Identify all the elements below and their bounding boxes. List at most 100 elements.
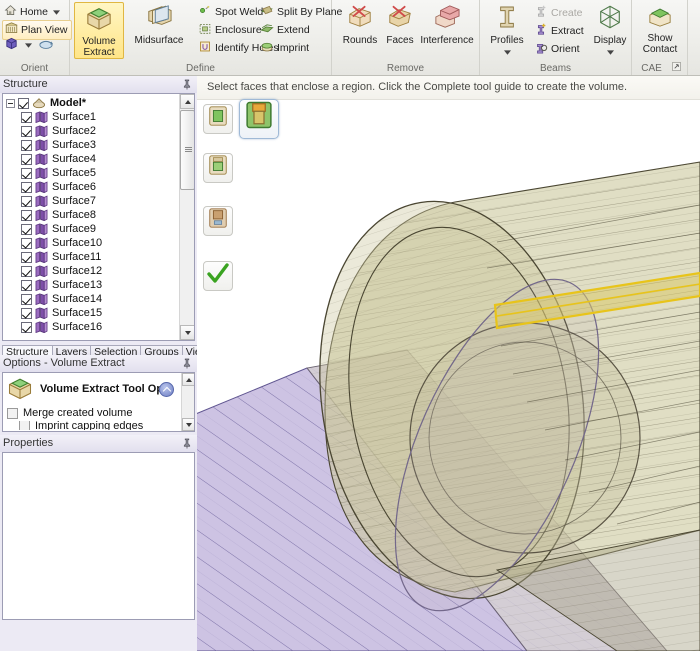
pin-icon[interactable] bbox=[182, 438, 192, 449]
imprint-button[interactable]: Imprint bbox=[260, 40, 309, 56]
scroll-down-arrow-icon[interactable] bbox=[182, 418, 195, 431]
beam-profiles-button[interactable]: Profiles bbox=[484, 4, 530, 60]
tree-row[interactable]: Surface6 bbox=[6, 180, 194, 194]
tree-row[interactable]: Surface16 bbox=[6, 320, 194, 334]
options-scrollbar[interactable] bbox=[181, 373, 194, 431]
split-by-plane-button[interactable]: Split By Plane bbox=[260, 4, 342, 20]
properties-panel-body[interactable] bbox=[2, 452, 195, 620]
tree-row[interactable]: Surface7 bbox=[6, 194, 194, 208]
tree-item-checkbox[interactable] bbox=[21, 266, 32, 277]
tree-row[interactable]: Surface9 bbox=[6, 222, 194, 236]
ribbon-group-label-define: Define bbox=[70, 63, 331, 74]
ribbon-group-remove: Rounds Faces Interference Remove bbox=[332, 0, 480, 75]
midsurface-label: Midsurface bbox=[135, 35, 184, 46]
select-region-guide-button[interactable] bbox=[239, 99, 279, 139]
tree-item-checkbox[interactable] bbox=[21, 182, 32, 193]
imprint-capping-edges-checkbox[interactable] bbox=[19, 421, 30, 430]
tree-item-checkbox[interactable] bbox=[21, 154, 32, 165]
tree-item-checkbox[interactable] bbox=[21, 210, 32, 221]
beam-display-icon bbox=[588, 4, 632, 33]
tree-row[interactable]: Surface15 bbox=[6, 306, 194, 320]
merge-created-volume-row[interactable]: Merge created volume bbox=[3, 405, 194, 421]
beam-orient-button[interactable]: Orient bbox=[534, 40, 580, 57]
home-label: Home bbox=[20, 6, 48, 18]
show-contact-icon bbox=[634, 4, 686, 31]
enclosure-button[interactable]: Enclosure bbox=[198, 22, 262, 38]
volume-extract-button[interactable]: Volume Extract bbox=[74, 2, 124, 59]
remove-rounds-button[interactable]: Rounds bbox=[338, 4, 382, 46]
beam-display-button[interactable]: Display bbox=[588, 4, 632, 60]
tree-item-checkbox[interactable] bbox=[21, 224, 32, 235]
remove-interference-icon bbox=[416, 4, 478, 33]
tree-item-checkbox[interactable] bbox=[21, 126, 32, 137]
chevron-down-icon[interactable] bbox=[484, 47, 530, 58]
green-check-icon bbox=[206, 262, 230, 286]
spot-weld-button[interactable]: Spot Weld bbox=[198, 4, 263, 20]
chevron-down-icon[interactable] bbox=[25, 39, 32, 51]
tree-item-checkbox[interactable] bbox=[21, 238, 32, 249]
select-edges-guide-button[interactable] bbox=[203, 153, 233, 183]
volume-extract-options[interactable]: Volume Extract Tool Op_ Merge created vo… bbox=[2, 372, 195, 432]
structure-panel-header: Structure bbox=[0, 76, 197, 93]
tree-item-checkbox[interactable] bbox=[21, 252, 32, 263]
show-contact-button[interactable]: Show Contact bbox=[634, 4, 686, 55]
imprint-capping-edges-row[interactable]: Imprint capping edges bbox=[3, 421, 194, 430]
beam-extract-button[interactable]: Extract bbox=[534, 22, 584, 39]
tree-item-checkbox[interactable] bbox=[21, 196, 32, 207]
collapse-icon[interactable] bbox=[6, 99, 15, 108]
volume-extract-label-2: Extract bbox=[83, 47, 114, 58]
surface-icon bbox=[35, 223, 48, 235]
view-orientation-button[interactable] bbox=[4, 36, 54, 54]
extend-button[interactable]: Extend bbox=[260, 22, 310, 38]
scroll-down-arrow-icon[interactable] bbox=[180, 325, 195, 340]
tree-item-checkbox[interactable] bbox=[21, 140, 32, 151]
3d-scene[interactable] bbox=[197, 100, 700, 651]
select-bodies-guide-button[interactable] bbox=[203, 206, 233, 236]
tree-item-checkbox[interactable] bbox=[21, 308, 32, 319]
remove-interference-button[interactable]: Interference bbox=[416, 4, 478, 46]
3d-model-render bbox=[197, 100, 700, 651]
tree-item-label: Surface4 bbox=[52, 153, 96, 165]
tree-item-label: Surface14 bbox=[52, 293, 102, 305]
beam-create-button[interactable]: Create bbox=[534, 4, 583, 21]
tree-item-checkbox[interactable] bbox=[21, 112, 32, 123]
home-button[interactable]: Home bbox=[4, 4, 60, 20]
tree-item-checkbox[interactable] bbox=[21, 168, 32, 179]
complete-guide-button[interactable] bbox=[203, 261, 233, 291]
graphics-viewport[interactable]: Select faces that enclose a region. Clic… bbox=[197, 76, 700, 651]
tree-row[interactable]: Surface8 bbox=[6, 208, 194, 222]
tree-row[interactable]: Surface5 bbox=[6, 166, 194, 180]
surface-icon bbox=[35, 209, 48, 221]
spin-icon[interactable] bbox=[38, 37, 54, 54]
merge-created-volume-checkbox[interactable] bbox=[7, 408, 18, 419]
scroll-up-arrow-icon[interactable] bbox=[182, 373, 195, 386]
tree-row[interactable]: Surface11 bbox=[6, 250, 194, 264]
remove-faces-button[interactable]: Faces bbox=[380, 4, 420, 46]
tree-row-root[interactable]: Model* bbox=[6, 96, 194, 110]
chevron-down-icon[interactable] bbox=[53, 6, 60, 18]
tree-row[interactable]: Surface3 bbox=[6, 138, 194, 152]
tree-row[interactable]: Surface2 bbox=[6, 124, 194, 138]
structure-tree-scrollbar[interactable] bbox=[179, 94, 194, 340]
tree-row[interactable]: Surface4 bbox=[6, 152, 194, 166]
tree-row[interactable]: Surface1 bbox=[6, 110, 194, 124]
tree-item-checkbox[interactable] bbox=[21, 294, 32, 305]
pin-icon[interactable] bbox=[182, 358, 192, 369]
properties-panel-title: Properties bbox=[3, 437, 53, 449]
tree-root-checkbox[interactable] bbox=[18, 98, 29, 109]
scroll-up-arrow-icon[interactable] bbox=[180, 94, 195, 109]
tree-item-checkbox[interactable] bbox=[21, 280, 32, 291]
tree-item-checkbox[interactable] bbox=[21, 322, 32, 333]
chevron-down-icon[interactable] bbox=[588, 47, 632, 58]
midsurface-button[interactable]: Midsurface bbox=[128, 4, 190, 46]
tree-row[interactable]: Surface13 bbox=[6, 278, 194, 292]
tree-row[interactable]: Surface12 bbox=[6, 264, 194, 278]
pin-icon[interactable] bbox=[182, 79, 192, 90]
dialog-launcher-icon[interactable] bbox=[672, 62, 681, 74]
tree-row[interactable]: Surface14 bbox=[6, 292, 194, 306]
structure-tree[interactable]: Model*Surface1Surface2Surface3Surface4Su… bbox=[2, 93, 195, 341]
chevron-up-circle-icon[interactable] bbox=[159, 382, 174, 397]
structure-tree-scrollbar-thumb[interactable] bbox=[180, 110, 195, 190]
select-faces-guide-button[interactable] bbox=[203, 104, 233, 134]
tree-row[interactable]: Surface10 bbox=[6, 236, 194, 250]
